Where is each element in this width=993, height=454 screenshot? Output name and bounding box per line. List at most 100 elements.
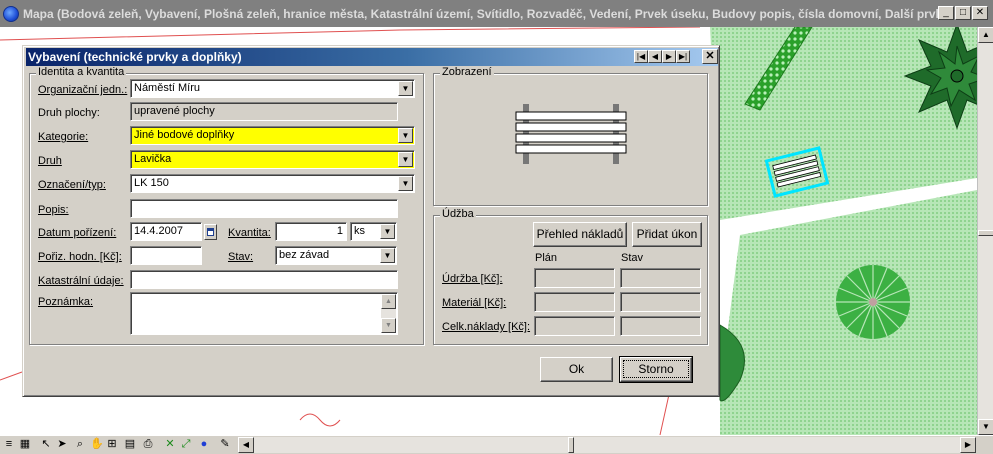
prev-record-button[interactable]: ◀ — [648, 50, 662, 63]
vybaveni-dialog: Vybavení (technické prvky a doplňky) |◀ … — [22, 45, 720, 397]
druh-plochy-value: upravené plochy — [134, 105, 215, 117]
celk-naklady-label: Celk.náklady [Kč]: — [442, 321, 531, 333]
poriz-hodn-label: Pořiz. hodn. [Kč]: — [38, 251, 122, 263]
table-icon[interactable]: ▦ — [19, 438, 31, 451]
main-window-titlebar: Mapa (Bodová zeleň, Vybavení, Plošná zel… — [0, 0, 993, 27]
stav-select[interactable]: bez závad ▼ — [275, 246, 397, 265]
udrzba-plan-field — [534, 268, 615, 288]
stav-value: bez závad — [279, 249, 330, 261]
chevron-down-icon[interactable]: ▼ — [380, 224, 395, 239]
udrzba-stav-field — [620, 268, 701, 288]
zoom-icon[interactable]: ⌕ — [74, 438, 86, 451]
chevron-down-icon[interactable]: ▼ — [398, 81, 413, 96]
kvantita-value: 1 — [336, 225, 343, 237]
add-point-icon[interactable]: ✕ — [164, 438, 176, 451]
udrzba-label: Údržba [Kč]: — [442, 273, 503, 285]
measure-icon[interactable]: ⊞ — [106, 438, 118, 451]
horizontal-scroll-thumb[interactable] — [568, 437, 574, 453]
chevron-down-icon[interactable]: ▼ — [398, 128, 413, 143]
scroll-up-icon[interactable]: ▲ — [381, 294, 396, 309]
cancel-button[interactable]: Storno — [619, 356, 693, 383]
datum-input[interactable]: 14.4.2007 — [130, 222, 202, 241]
minimize-button[interactable]: _ — [938, 6, 954, 20]
close-button[interactable]: ✕ — [972, 6, 988, 20]
poznamka-scrollbar[interactable]: ▲ ▼ — [381, 294, 396, 333]
ok-label: Ok — [568, 362, 585, 376]
pencil-icon[interactable]: ✎ — [219, 438, 231, 451]
ok-button[interactable]: Ok — [540, 357, 613, 382]
katastr-label: Katastrální údaje: — [38, 275, 124, 287]
oznaceni-label: Označení/typ: — [38, 179, 106, 191]
display-group: Zobrazení — [433, 66, 708, 206]
cancel-label: Storno — [623, 360, 689, 378]
bottom-toolbar: ≡ ▦ ↖ ➤ ⌕ ✋ ⊞ ▤ ⎙ ✕ ⤢ ● ✎ ◀ ▶ — [0, 435, 993, 454]
chevron-down-icon[interactable]: ▼ — [398, 152, 413, 167]
druh-plochy-field: upravené plochy — [130, 102, 398, 121]
organizace-value: Náměstí Míru — [134, 82, 201, 94]
select-arrow-icon[interactable]: ↖ — [40, 438, 52, 451]
add-task-button[interactable]: Přidat úkon — [632, 222, 702, 247]
oznaceni-select[interactable]: LK 150 ▼ — [130, 174, 415, 193]
chevron-down-icon[interactable]: ▼ — [380, 248, 395, 263]
unit-select[interactable]: ks ▼ — [350, 222, 397, 241]
scroll-down-icon[interactable]: ▼ — [381, 318, 396, 333]
popis-input[interactable] — [130, 199, 398, 218]
katastr-input[interactable] — [130, 270, 398, 289]
display-group-title: Zobrazení — [440, 66, 494, 78]
poriz-hodn-input[interactable] — [130, 246, 202, 265]
main-window-title: Mapa (Bodová zeleň, Vybavení, Plošná zel… — [23, 6, 941, 21]
add-task-label: Přidat úkon — [636, 227, 698, 241]
organizace-select[interactable]: Náměstí Míru ▼ — [130, 79, 415, 98]
material-plan-field — [534, 292, 615, 312]
scroll-up-button[interactable]: ▲ — [978, 27, 993, 43]
pan-hand-icon[interactable]: ✋ — [90, 438, 104, 451]
kategorie-value: Jiné bodové doplňky — [134, 129, 235, 141]
map-horizontal-scrollbar[interactable]: ◀ ▶ — [238, 437, 976, 453]
stav-label: Stav: — [228, 251, 254, 263]
unit-value: ks — [354, 225, 365, 237]
cost-overview-button[interactable]: Přehled nákladů — [533, 222, 627, 247]
celk-naklady-stav-field — [620, 316, 701, 336]
maximize-button[interactable]: □ — [955, 6, 971, 20]
druh-select[interactable]: Lavička ▼ — [130, 150, 415, 169]
poznamka-textarea[interactable]: ▲ ▼ — [130, 292, 398, 335]
cost-overview-label: Přehled nákladů — [536, 227, 624, 241]
popis-label: Popis: — [38, 204, 69, 216]
kvantita-input[interactable]: 1 — [275, 222, 347, 241]
bench-icon — [515, 104, 627, 164]
scroll-right-button[interactable]: ▶ — [960, 437, 976, 453]
print-preview-icon[interactable]: ⎙ — [142, 438, 154, 451]
plan-column-header: Plán — [535, 252, 558, 264]
edit-node-icon[interactable]: ⤢ — [180, 438, 192, 451]
kategorie-select[interactable]: Jiné bodové doplňky ▼ — [130, 126, 415, 145]
dialog-close-button[interactable]: ✕ — [702, 49, 718, 64]
stav-column-header: Stav — [621, 252, 644, 264]
chevron-down-icon[interactable]: ▼ — [398, 176, 413, 191]
scroll-left-button[interactable]: ◀ — [238, 437, 254, 453]
maintenance-group-title: Údžba — [440, 208, 476, 220]
next-record-button[interactable]: ▶ — [662, 50, 676, 63]
app-globe-icon — [3, 5, 19, 22]
organizace-label: Organizační jedn.: — [38, 84, 128, 96]
layers-icon[interactable]: ≡ — [3, 438, 15, 451]
identity-group-title: Identita a kvantita — [36, 66, 127, 78]
dialog-title: Vybavení (technické prvky a doplňky) — [28, 50, 242, 64]
kvantita-label: Kvantita: — [228, 227, 271, 239]
first-record-button[interactable]: |◀ — [634, 50, 648, 63]
vertical-scroll-thumb[interactable] — [978, 230, 993, 236]
calendar-icon[interactable] — [204, 224, 217, 240]
datum-label: Datum pořízení: — [38, 227, 117, 239]
print-icon[interactable]: ▤ — [124, 438, 136, 451]
dialog-titlebar: Vybavení (technické prvky a doplňky) |◀ … — [26, 48, 718, 66]
last-record-button[interactable]: ▶| — [676, 50, 690, 63]
poznamka-label: Poznámka: — [38, 296, 94, 308]
druh-value: Lavička — [134, 153, 172, 165]
celk-naklady-plan-field — [534, 316, 615, 336]
pointer-icon[interactable]: ➤ — [56, 438, 68, 451]
material-stav-field — [620, 292, 701, 312]
scroll-down-button[interactable]: ▼ — [978, 419, 993, 435]
druh-plochy-label: Druh plochy: — [38, 107, 100, 119]
oznaceni-value: LK 150 — [134, 177, 169, 189]
map-vertical-scrollbar[interactable]: ▲ ▼ — [977, 27, 993, 435]
info-icon[interactable]: ● — [198, 438, 210, 451]
